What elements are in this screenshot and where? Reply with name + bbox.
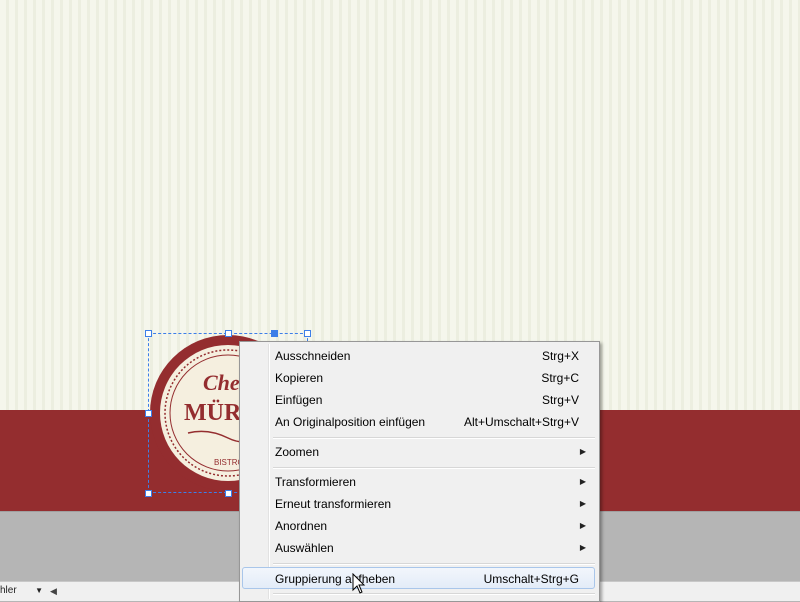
menu-item-label: Auswählen — [275, 541, 334, 555]
context-menu: Ausschneiden Strg+X Kopieren Strg+C Einf… — [239, 341, 600, 602]
menu-item-label: Einfügen — [275, 393, 323, 407]
menu-separator — [273, 467, 595, 469]
submenu-arrow-icon: ▶ — [579, 499, 586, 508]
menu-item-transform-again[interactable]: Erneut transformieren ▶ — [242, 493, 595, 515]
menu-item-arrange[interactable]: Anordnen ▶ — [242, 515, 595, 537]
selection-handle-bm[interactable] — [225, 490, 232, 497]
dropdown-arrow-icon: ▼ — [35, 586, 43, 595]
menu-separator — [273, 593, 595, 595]
menu-item-label: Transformieren — [275, 475, 356, 489]
submenu-arrow-icon: ▶ — [579, 477, 586, 486]
menu-item-transform[interactable]: Transformieren ▶ — [242, 471, 595, 493]
submenu-arrow-icon: ▶ — [579, 447, 586, 456]
view-mode-value: hler — [0, 585, 17, 596]
selection-handle-bl[interactable] — [145, 490, 152, 497]
menu-item-label: Zoomen — [275, 445, 320, 459]
menu-item-paste[interactable]: Einfügen Strg+V — [242, 389, 595, 411]
submenu-arrow-icon: ▶ — [579, 543, 586, 552]
menu-separator — [273, 563, 595, 565]
menu-item-shortcut: Strg+X — [541, 349, 579, 363]
scroll-left-arrow-icon[interactable]: ◀ — [50, 584, 60, 598]
menu-separator — [273, 437, 595, 439]
menu-item-label: An Originalposition einfügen — [275, 415, 426, 429]
menu-item-shortcut: Strg+C — [541, 371, 579, 385]
mouse-pointer-icon — [352, 573, 366, 594]
menu-item-label: Ausschneiden — [275, 349, 351, 363]
view-mode-dropdown[interactable]: hler ▼ — [0, 584, 46, 598]
selection-handle-tl[interactable] — [145, 330, 152, 337]
menu-item-shortcut: Strg+V — [541, 393, 579, 407]
menu-item-zoom[interactable]: Zoomen ▶ — [242, 441, 595, 463]
selection-handle-tm[interactable] — [225, 330, 232, 337]
selection-handle-ml[interactable] — [145, 410, 152, 417]
selection-handle-anchor[interactable] — [271, 330, 278, 337]
menu-item-shortcut: Umschalt+Strg+G — [483, 572, 579, 586]
menu-item-label: Erneut transformieren — [275, 497, 392, 511]
menu-item-copy[interactable]: Kopieren Strg+C — [242, 367, 595, 389]
menu-item-label: Gruppierung aufheben — [275, 572, 396, 586]
menu-item-cut[interactable]: Ausschneiden Strg+X — [242, 345, 595, 367]
menu-item-ungroup[interactable]: Gruppierung aufheben Umschalt+Strg+G — [242, 567, 595, 589]
menu-item-paste-in-place[interactable]: An Originalposition einfügen Alt+Umschal… — [242, 411, 595, 433]
menu-item-select[interactable]: Auswählen ▶ — [242, 537, 595, 559]
selection-handle-tr[interactable] — [304, 330, 311, 337]
menu-item-label: Kopieren — [275, 371, 324, 385]
submenu-arrow-icon: ▶ — [579, 521, 586, 530]
menu-item-label: Anordnen — [275, 519, 328, 533]
menu-item-shortcut: Alt+Umschalt+Strg+V — [463, 415, 579, 429]
